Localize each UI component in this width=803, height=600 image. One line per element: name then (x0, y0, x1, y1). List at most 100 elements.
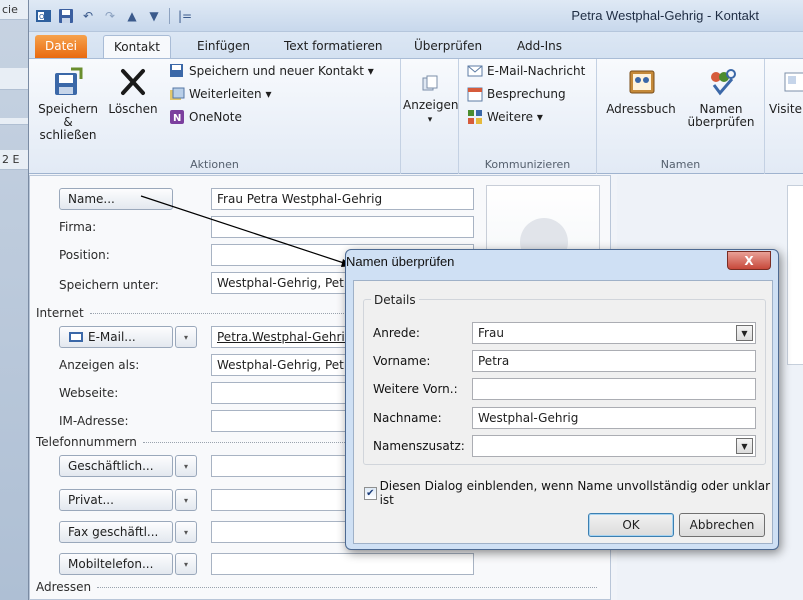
addressbook-button[interactable]: Adressbuch (605, 65, 677, 116)
save-new-label: Speichern und neuer Kontakt ▾ (189, 64, 374, 78)
home-phone-dropdown[interactable]: ▾ (175, 489, 197, 511)
home-phone-button[interactable]: Privat... (59, 489, 173, 511)
mobile-phone-dropdown[interactable]: ▾ (175, 553, 197, 575)
save-new-icon (169, 63, 185, 79)
undo-icon[interactable]: ↶ (79, 7, 97, 25)
firstname-label: Vorname: (373, 354, 431, 368)
anzeigen-arrow: ▾ (427, 115, 433, 125)
checkmark-icon[interactable]: ✔ (364, 486, 377, 500)
meeting-icon (467, 86, 483, 102)
suffix-label: Namenszusatz: (373, 439, 465, 453)
onenote-icon: N (169, 109, 185, 125)
address-card-icon (68, 329, 84, 345)
group-anzeigen: Anzeigen ▾ (401, 59, 459, 174)
save-icon[interactable] (57, 7, 75, 25)
dialog-body: Details Anrede: Frau ▼ Vorname: Petra We… (353, 280, 773, 544)
qat-separator (169, 8, 170, 24)
show-dialog-checkbox[interactable]: ✔ Diesen Dialog einblenden, wenn Name un… (364, 479, 772, 507)
salutation-value: Frau (478, 326, 504, 340)
name-field[interactable]: Frau Petra Westphal-Gehrig (211, 188, 474, 210)
tab-kontakt[interactable]: Kontakt (103, 35, 171, 58)
check-names-button[interactable]: Namen überprüfen (681, 65, 761, 129)
firstname-field[interactable]: Petra (472, 350, 756, 372)
name-button[interactable]: Name... (59, 188, 173, 210)
business-card-preview (787, 185, 803, 365)
onenote-button[interactable]: N OneNote (169, 109, 242, 125)
svg-text:O: O (39, 13, 45, 21)
lastname-label: Nachname: (373, 411, 442, 425)
email-button-label: E-Mail... (88, 330, 136, 344)
position-label: Position: (59, 248, 110, 262)
forward-label: Weiterleiten ▾ (189, 87, 272, 101)
background-window: cie 2 E (0, 0, 28, 600)
down-arrow-icon[interactable]: ▼ (145, 7, 163, 25)
check-names-icon (704, 65, 738, 99)
up-arrow-icon[interactable]: ▲ (123, 7, 141, 25)
email-dropdown-button[interactable]: ▾ (175, 326, 197, 348)
tab-datei[interactable]: Datei (35, 35, 88, 58)
customize-qat-icon[interactable]: |= (176, 7, 194, 25)
group-aktionen: Speichern & schließen Löschen Speichern … (29, 59, 401, 174)
business-card-icon (779, 65, 803, 99)
company-label: Firma: (59, 220, 97, 234)
mobile-phone-button[interactable]: Mobiltelefon... (59, 553, 173, 575)
save-new-contact-button[interactable]: Speichern und neuer Kontakt ▾ (169, 63, 374, 79)
tab-text-formatieren[interactable]: Text formatieren (274, 35, 393, 58)
meeting-label: Besprechung (487, 87, 566, 101)
mobile-phone-field[interactable] (211, 553, 474, 575)
tab-add-ins[interactable]: Add-Ins (507, 35, 572, 58)
business-phone-button[interactable]: Geschäftlich... (59, 455, 173, 477)
ribbon-tabs: Datei Kontakt Einfügen Text formatieren … (29, 32, 803, 58)
anzeigen-button[interactable]: Anzeigen ▾ (403, 71, 459, 127)
save-close-icon (51, 65, 85, 99)
background-text: 2 E (0, 150, 28, 170)
cancel-button[interactable]: Abbrechen (679, 513, 765, 537)
im-address-label: IM-Adresse: (59, 414, 129, 428)
background-text: cie (0, 0, 28, 20)
ok-button[interactable]: OK (588, 513, 674, 537)
forward-icon (169, 86, 185, 102)
background-strip (0, 118, 28, 125)
forward-button[interactable]: Weiterleiten ▾ (169, 86, 271, 102)
delete-button[interactable]: Löschen (107, 65, 159, 116)
section-divider (97, 586, 598, 588)
salutation-select[interactable]: Frau ▼ (472, 322, 756, 344)
save-close-label: Speichern & schließen (38, 102, 98, 142)
dialog-close-button[interactable]: X (727, 251, 771, 270)
ribbon: Speichern & schließen Löschen Speichern … (29, 58, 803, 174)
save-as-label: Speichern unter: (59, 278, 159, 292)
outlook-icon[interactable]: O (35, 7, 53, 25)
title-bar: O ↶ ↷ ▲ ▼ |= Petra Westphal-Gehrig - Kon… (29, 0, 803, 32)
dialog-title: Namen überprüfen (346, 254, 455, 269)
business-card-button[interactable]: Visite (769, 65, 803, 116)
more-button[interactable]: Weitere ▾ (467, 109, 543, 125)
addressbook-label: Adressbuch (606, 102, 676, 116)
suffix-select[interactable]: ▼ (472, 435, 756, 457)
lastname-field[interactable]: Westphal-Gehrig (472, 407, 756, 429)
redo-icon[interactable]: ↷ (101, 7, 119, 25)
delete-label: Löschen (108, 102, 158, 116)
delete-icon (116, 65, 150, 99)
business-fax-button[interactable]: Fax geschäftl... (59, 521, 173, 543)
email-message-button[interactable]: E-Mail-Nachricht (467, 63, 585, 79)
email-message-label: E-Mail-Nachricht (487, 64, 586, 78)
tab-ueberpruefen[interactable]: Überprüfen (404, 35, 492, 58)
anzeigen-label: Anzeigen (403, 98, 459, 112)
business-fax-dropdown[interactable]: ▾ (175, 521, 197, 543)
group-kommunizieren: E-Mail-Nachricht Besprechung Weitere ▾ K… (459, 59, 597, 174)
save-close-button[interactable]: Speichern & schließen (35, 65, 101, 142)
svg-text:N: N (173, 113, 181, 124)
details-group-title: Details (371, 293, 419, 307)
tab-einfuegen[interactable]: Einfügen (187, 35, 260, 58)
company-field[interactable] (211, 216, 474, 238)
show-dialog-label: Diesen Dialog einblenden, wenn Name unvo… (379, 479, 771, 507)
phone-section-label: Telefonnummern (36, 435, 137, 449)
check-names-dialog: Namen überprüfen X Details Anrede: Frau … (345, 249, 779, 550)
contact-window: O ↶ ↷ ▲ ▼ |= Petra Westphal-Gehrig - Kon… (28, 0, 803, 600)
email-button[interactable]: E-Mail... (59, 326, 173, 348)
meeting-button[interactable]: Besprechung (467, 86, 566, 102)
middlename-field[interactable] (472, 378, 756, 400)
window-title: Petra Westphal-Gehrig - Kontakt (571, 8, 759, 23)
addressbook-icon (624, 65, 658, 99)
business-phone-dropdown[interactable]: ▾ (175, 455, 197, 477)
